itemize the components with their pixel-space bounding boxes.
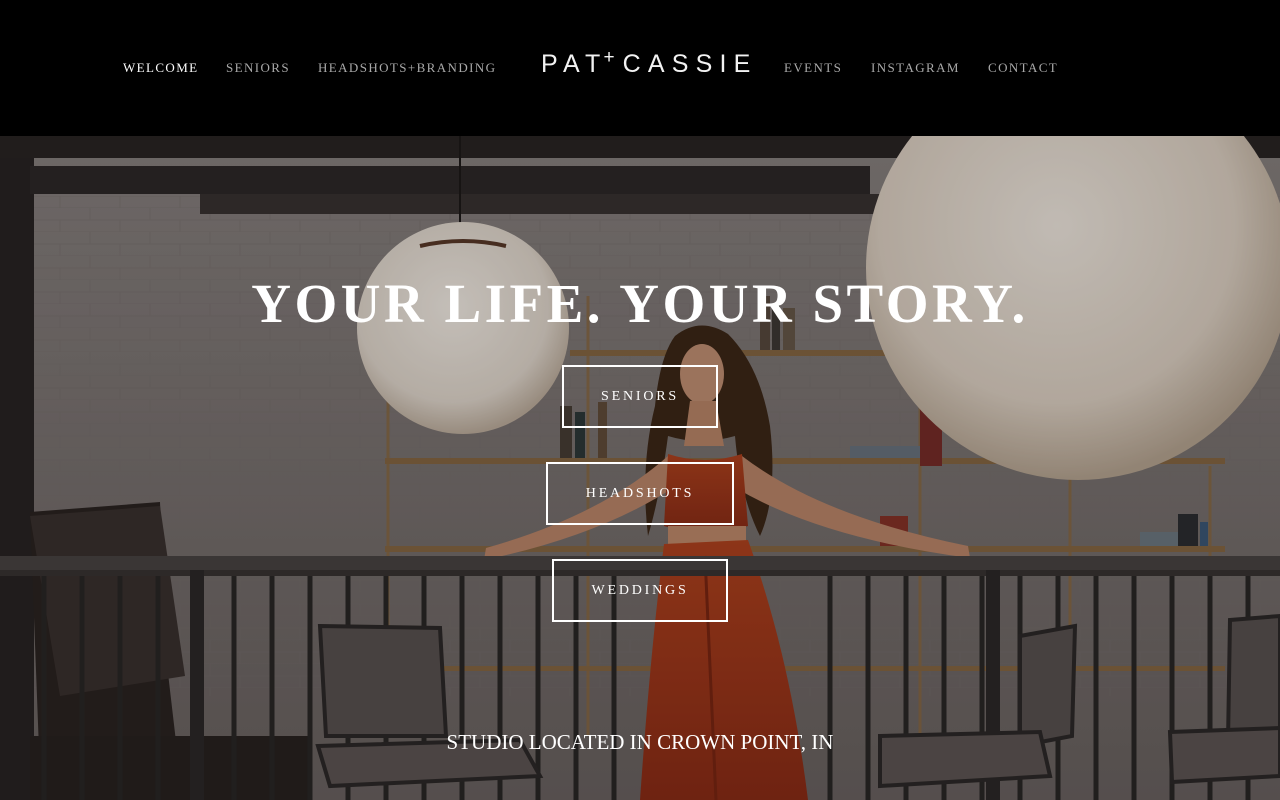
seniors-button[interactable]: SENIORS (562, 365, 718, 428)
nav-instagram[interactable]: INSTAGRAM (871, 60, 960, 76)
nav-seniors[interactable]: SENIORS (226, 60, 290, 76)
site-header: WELCOME SENIORS HEADSHOTS+BRANDING PAT+ C… (0, 0, 1280, 136)
nav-events[interactable]: EVENTS (784, 60, 842, 76)
hero-title: YOUR LIFE. YOUR STORY. (251, 273, 1029, 334)
logo-plus: + (603, 47, 615, 68)
logo-left: PAT (541, 50, 608, 78)
hero-section: YOUR LIFE. YOUR STORY. SENIORS HEADSHOTS… (0, 136, 1280, 800)
studio-location: STUDIO LOCATED IN CROWN POINT, IN (446, 730, 834, 754)
logo-right: CASSIE (622, 50, 758, 78)
headshots-button[interactable]: HEADSHOTS (546, 462, 734, 525)
nav-contact[interactable]: CONTACT (988, 60, 1058, 76)
weddings-button[interactable]: WEDDINGS (552, 559, 728, 622)
site-logo[interactable]: PAT+ CASSIE (541, 47, 758, 79)
nav-welcome[interactable]: WELCOME (123, 60, 199, 76)
nav-headshots-branding[interactable]: HEADSHOTS+BRANDING (318, 60, 496, 76)
